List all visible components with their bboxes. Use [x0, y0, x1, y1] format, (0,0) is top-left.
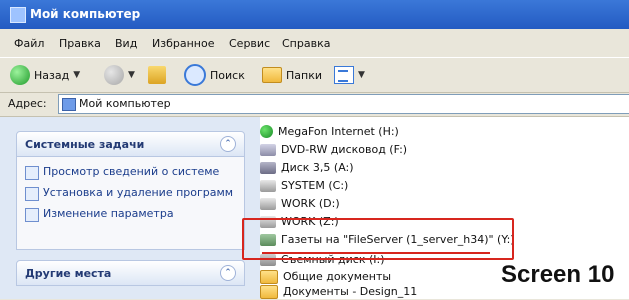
drive-label: Диск 3,5 (A:) [281, 161, 354, 174]
task-label: Изменение параметра [43, 207, 174, 220]
drive-label: SYSTEM (C:) [281, 179, 349, 192]
views-button[interactable]: ▼ [334, 64, 365, 86]
toolbar: Назад ▼ ▼ Поиск Папки ▼ [0, 57, 629, 93]
programs-icon [25, 187, 39, 201]
back-arrow-icon [10, 65, 30, 85]
hard-drive-icon [260, 179, 276, 192]
menu-bar: Файл Правка Вид Избранное Сервис Справка [0, 33, 629, 55]
drive-label: MegaFon Internet (H:) [278, 125, 399, 138]
system-tasks-panel: Системные задачи ⌃ Просмотр сведений о с… [16, 131, 245, 250]
views-icon [334, 66, 354, 84]
task-label: Установка и удаление программ [43, 186, 234, 199]
address-bar: Адрес: Мой компьютер [0, 92, 629, 117]
task-label: Просмотр сведений о системе [43, 165, 220, 178]
task-view-system-info[interactable]: Просмотр сведений о системе [17, 165, 244, 180]
other-places-header[interactable]: Другие места ⌃ [16, 260, 245, 286]
address-label: Адрес: [8, 97, 47, 110]
drive-item-megafon[interactable]: MegaFon Internet (H:) [260, 123, 399, 140]
task-change-setting[interactable]: Изменение параметра [17, 207, 244, 222]
control-panel-icon [25, 208, 39, 222]
menu-view[interactable]: Вид [115, 37, 137, 50]
folder-icon [260, 269, 278, 284]
hard-drive-icon [260, 197, 276, 210]
folder-icon [260, 284, 278, 299]
folders-icon [262, 67, 282, 83]
drive-item-work-d[interactable]: WORK (D:) [260, 195, 340, 212]
search-label: Поиск [210, 68, 245, 82]
drive-label: DVD-RW дисковод (F:) [281, 143, 408, 156]
window-title: Мой компьютер [30, 7, 141, 21]
up-button[interactable] [148, 64, 166, 86]
back-dropdown-icon[interactable]: ▼ [73, 70, 80, 80]
other-places-title: Другие места [25, 267, 112, 280]
screen-label: Screen 10 [501, 261, 615, 288]
my-computer-icon [10, 7, 26, 23]
views-dropdown-icon[interactable]: ▼ [358, 70, 365, 80]
my-computer-icon [62, 98, 76, 111]
folder-label: Общие документы [283, 270, 392, 283]
collapse-chevron-icon[interactable]: ⌃ [220, 136, 236, 152]
task-pane: Системные задачи ⌃ Просмотр сведений о с… [0, 117, 260, 299]
system-tasks-body: Просмотр сведений о системе Установка и … [16, 157, 245, 250]
system-tasks-header[interactable]: Системные задачи ⌃ [16, 131, 245, 157]
menu-help[interactable]: Справка [282, 37, 330, 50]
address-value: Мой компьютер [79, 97, 171, 110]
forward-dropdown-icon[interactable]: ▼ [128, 70, 135, 80]
menu-tools[interactable]: Сервис [229, 37, 270, 50]
forward-button[interactable]: ▼ [104, 64, 135, 86]
other-places-panel: Другие места ⌃ [16, 260, 245, 286]
collapse-chevron-icon[interactable]: ⌃ [220, 265, 236, 281]
drive-item-floppy[interactable]: Диск 3,5 (A:) [260, 159, 354, 176]
folder-up-icon [148, 66, 166, 84]
search-icon [184, 64, 206, 86]
drive-label: WORK (D:) [281, 197, 340, 210]
folders-button[interactable]: Папки [262, 64, 322, 86]
highlight-underline [262, 252, 490, 254]
address-input[interactable]: Мой компьютер [58, 94, 629, 114]
drive-item-dvd[interactable]: DVD-RW дисковод (F:) [260, 141, 407, 158]
menu-edit[interactable]: Правка [59, 37, 101, 50]
folders-label: Папки [286, 68, 322, 82]
back-button[interactable]: Назад ▼ [10, 64, 80, 86]
folder-label: Документы - Design_11 [283, 285, 418, 298]
system-tasks-title: Системные задачи [25, 138, 145, 151]
menu-favorites[interactable]: Избранное [152, 37, 214, 50]
forward-arrow-icon [104, 65, 124, 85]
drive-item-system[interactable]: SYSTEM (C:) [260, 177, 348, 194]
menu-file[interactable]: Файл [14, 37, 44, 50]
title-bar: Мой компьютер [0, 0, 629, 29]
search-button[interactable]: Поиск [184, 64, 245, 86]
back-label: Назад [34, 68, 70, 82]
system-info-icon [25, 166, 39, 180]
folder-item-design-docs[interactable]: Документы - Design_11 [260, 283, 417, 300]
task-add-remove-programs[interactable]: Установка и удаление программ [17, 186, 244, 201]
floppy-icon [260, 161, 276, 174]
globe-icon [260, 125, 273, 138]
dvd-drive-icon [260, 143, 276, 156]
